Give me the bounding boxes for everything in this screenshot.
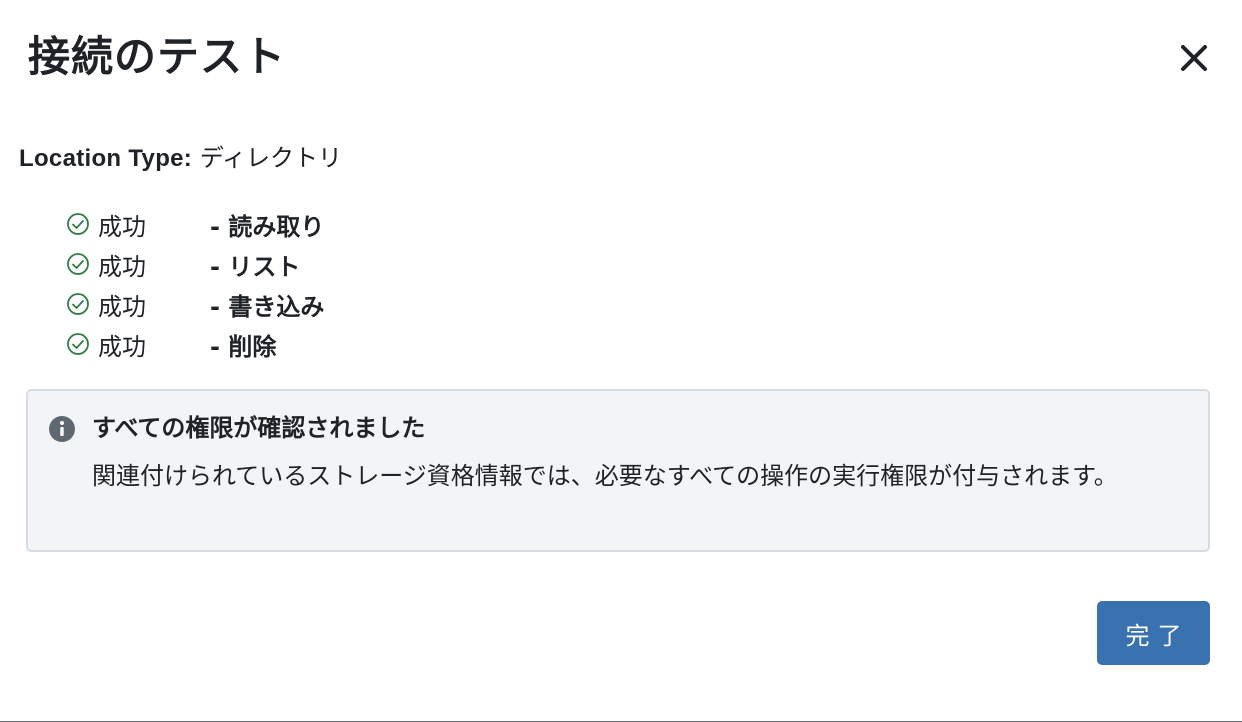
permission-check-read: 成功 - 読み取り (66, 204, 324, 244)
check-permission: - リスト (210, 252, 301, 281)
permission-check-list-op: 成功 - リスト (66, 244, 324, 284)
permission-check-delete: 成功 - 削除 (66, 324, 324, 364)
check-circle-icon (66, 332, 90, 356)
check-status: 成功 (98, 252, 146, 281)
check-circle-icon (66, 212, 90, 236)
check-permission: - 書き込み (210, 292, 325, 321)
location-type-label: Location Type: (19, 145, 193, 172)
done-button[interactable]: 完了 (1097, 601, 1210, 665)
check-status: 成功 (98, 332, 146, 361)
test-connection-dialog: 接続のテスト Location Type: ディレクトリ 成功 - 読み取り 成… (0, 0, 1242, 722)
check-circle-icon (66, 252, 90, 276)
check-permission: - 削除 (210, 332, 277, 361)
info-title: すべての権限が確認されました (92, 414, 426, 442)
check-permission: - 読み取り (210, 212, 325, 241)
info-icon (49, 416, 75, 442)
location-type-value: ディレクトリ (199, 144, 343, 172)
permissions-info-alert: すべての権限が確認されました 関連付けられているストレージ資格情報では、必要なす… (26, 389, 1210, 552)
location-type: Location Type: ディレクトリ (19, 142, 342, 175)
check-status: 成功 (98, 292, 146, 321)
info-body: 関連付けられているストレージ資格情報では、必要なすべての操作の実行権限が付与され… (92, 462, 1118, 490)
check-circle-icon (66, 292, 90, 316)
permission-check-list: 成功 - 読み取り 成功 - リスト 成功 - 書き込み 成功 - 削除 (66, 204, 324, 364)
close-icon (1181, 45, 1207, 71)
dialog-title: 接続のテスト (28, 32, 287, 81)
permission-check-write: 成功 - 書き込み (66, 284, 324, 324)
close-button[interactable] (1172, 36, 1216, 80)
check-status: 成功 (98, 212, 146, 241)
